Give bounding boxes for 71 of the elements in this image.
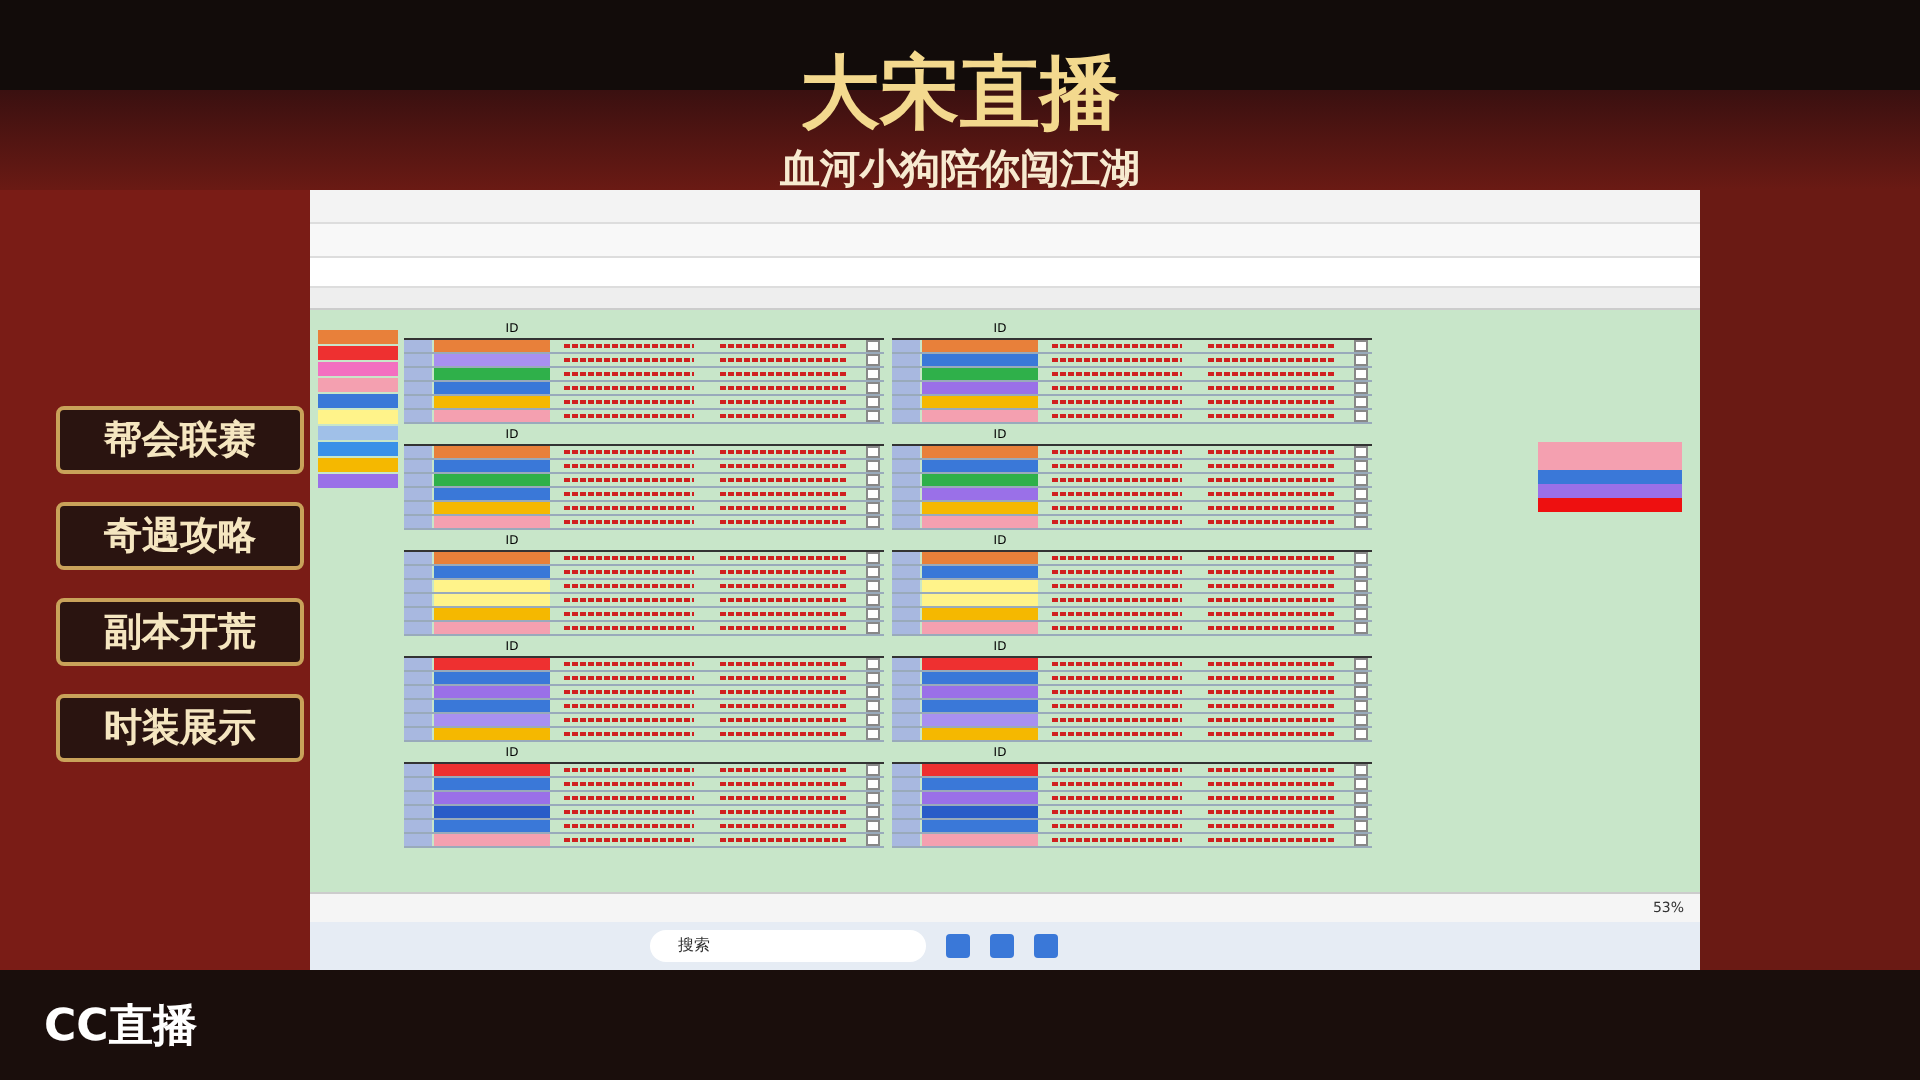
checkbox[interactable] xyxy=(866,820,880,832)
checkbox[interactable] xyxy=(866,382,880,394)
checkbox[interactable] xyxy=(866,474,880,486)
search-field[interactable]: 搜索 xyxy=(650,930,926,962)
stream-title: 大宋直播 xyxy=(800,46,1120,142)
checkbox[interactable] xyxy=(866,686,880,698)
checkbox[interactable] xyxy=(1354,686,1368,698)
checkbox[interactable] xyxy=(866,460,880,472)
checkbox[interactable] xyxy=(866,502,880,514)
checkbox[interactable] xyxy=(1354,368,1368,380)
checkbox[interactable] xyxy=(866,608,880,620)
checkbox[interactable] xyxy=(1354,806,1368,818)
checkbox[interactable] xyxy=(1354,488,1368,500)
menu-button[interactable]: 奇遇攻略 xyxy=(56,502,304,570)
checkbox[interactable] xyxy=(1354,608,1368,620)
menu-button[interactable]: 副本开荒 xyxy=(56,598,304,666)
checkbox[interactable] xyxy=(866,396,880,408)
checkbox[interactable] xyxy=(1354,728,1368,740)
checkbox[interactable] xyxy=(866,368,880,380)
checkbox[interactable] xyxy=(1354,820,1368,832)
checkbox[interactable] xyxy=(1354,396,1368,408)
checkbox[interactable] xyxy=(866,340,880,352)
checkbox[interactable] xyxy=(866,658,880,670)
checkbox[interactable] xyxy=(866,410,880,422)
checkbox[interactable] xyxy=(1354,580,1368,592)
checkbox[interactable] xyxy=(1354,622,1368,634)
checkbox[interactable] xyxy=(866,672,880,684)
checkbox[interactable] xyxy=(1354,410,1368,422)
checkbox[interactable] xyxy=(1354,764,1368,776)
stream-subtitle: 血河小狗陪你闯江湖 xyxy=(780,142,1140,190)
checkbox[interactable] xyxy=(1354,354,1368,366)
checkbox[interactable] xyxy=(866,566,880,578)
checkbox[interactable] xyxy=(866,580,880,592)
checkbox[interactable] xyxy=(866,552,880,564)
checkbox[interactable] xyxy=(1354,672,1368,684)
checkbox[interactable] xyxy=(1354,340,1368,352)
checkbox[interactable] xyxy=(866,778,880,790)
checkbox[interactable] xyxy=(1354,714,1368,726)
checkbox[interactable] xyxy=(1354,566,1368,578)
app-icon[interactable] xyxy=(990,934,1014,958)
checkbox[interactable] xyxy=(1354,516,1368,528)
checkbox[interactable] xyxy=(1354,446,1368,458)
menu-button[interactable]: 帮会联赛 xyxy=(56,406,304,474)
checkbox[interactable] xyxy=(866,728,880,740)
checkbox[interactable] xyxy=(1354,552,1368,564)
checkbox[interactable] xyxy=(866,806,880,818)
checkbox[interactable] xyxy=(866,792,880,804)
checkbox[interactable] xyxy=(866,594,880,606)
checkbox[interactable] xyxy=(1354,778,1368,790)
checkbox[interactable] xyxy=(866,834,880,846)
checkbox[interactable] xyxy=(1354,502,1368,514)
checkbox[interactable] xyxy=(866,516,880,528)
checkbox[interactable] xyxy=(866,354,880,366)
checkbox[interactable] xyxy=(1354,658,1368,670)
app-icon[interactable] xyxy=(946,934,970,958)
checkbox[interactable] xyxy=(1354,460,1368,472)
checkbox[interactable] xyxy=(866,764,880,776)
menu-button[interactable]: 时装展示 xyxy=(56,694,304,762)
logo: CC直播 xyxy=(44,999,197,1055)
checkbox[interactable] xyxy=(1354,382,1368,394)
checkbox[interactable] xyxy=(1354,700,1368,712)
checkbox[interactable] xyxy=(866,622,880,634)
checkbox[interactable] xyxy=(866,488,880,500)
checkbox[interactable] xyxy=(1354,834,1368,846)
checkbox[interactable] xyxy=(1354,474,1368,486)
checkbox[interactable] xyxy=(866,446,880,458)
app-icon[interactable] xyxy=(1034,934,1058,958)
checkbox[interactable] xyxy=(866,700,880,712)
checkbox[interactable] xyxy=(1354,594,1368,606)
checkbox[interactable] xyxy=(866,714,880,726)
checkbox[interactable] xyxy=(1354,792,1368,804)
